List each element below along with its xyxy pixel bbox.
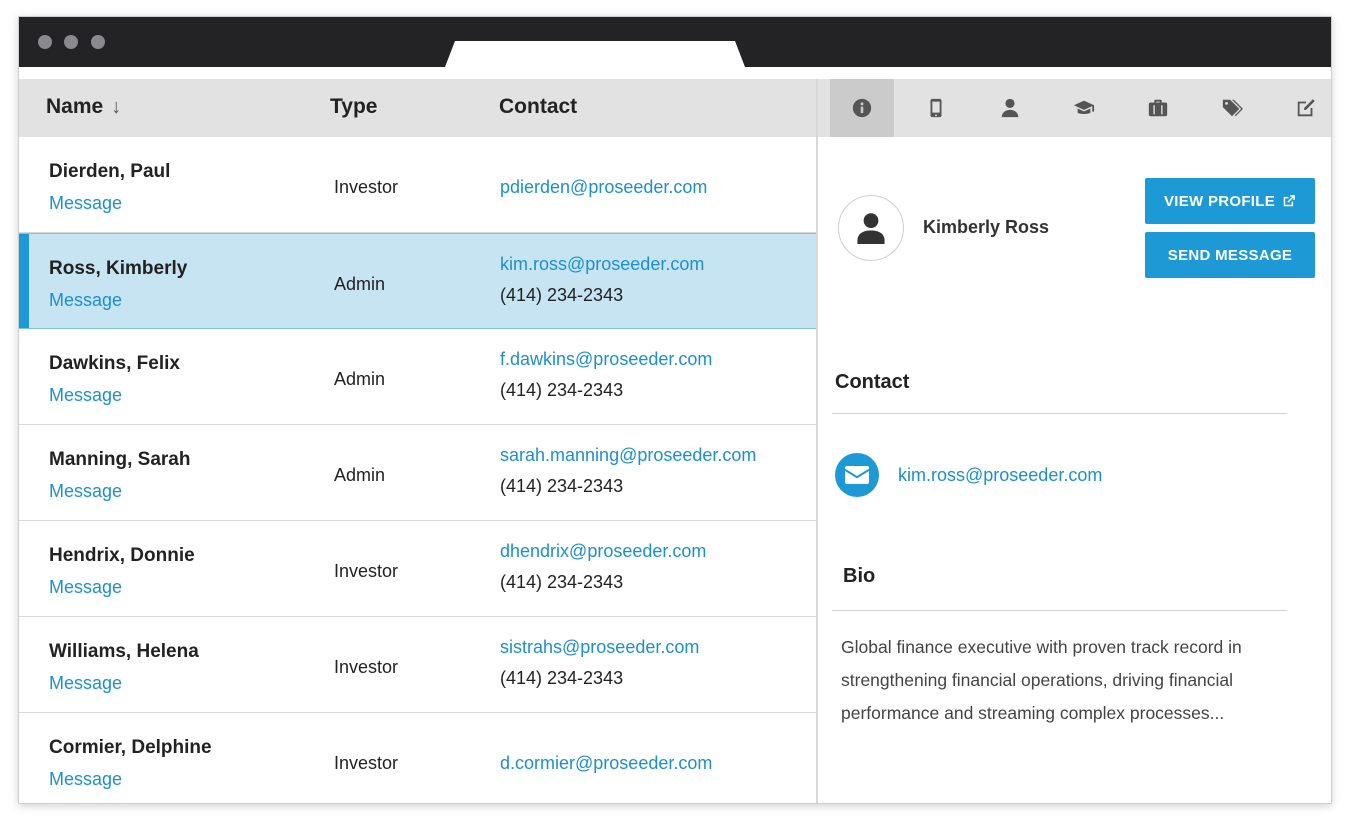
row-type: Investor bbox=[334, 657, 399, 677]
message-link[interactable]: Message bbox=[49, 193, 122, 214]
row-type: Admin bbox=[334, 369, 386, 389]
bio-section-title: Bio bbox=[843, 565, 876, 587]
tab-mobile[interactable] bbox=[904, 79, 968, 137]
list-header: Name ↓ Type Contact bbox=[19, 79, 816, 137]
row-email-link[interactable]: kim.ross@proseeder.com bbox=[500, 254, 704, 275]
column-header-contact[interactable]: Contact bbox=[499, 95, 577, 119]
message-link[interactable]: Message bbox=[49, 673, 122, 694]
bio-text: Global finance executive with proven tra… bbox=[841, 637, 1242, 723]
row-phone: (414) 234-2343 bbox=[500, 572, 624, 592]
selection-indicator bbox=[19, 234, 29, 328]
message-link[interactable]: Message bbox=[49, 481, 122, 502]
row-email-link[interactable]: sarah.manning@proseeder.com bbox=[500, 445, 756, 466]
detail-panel: Kimberly Ross VIEW PROFILE SEND MESSAGE … bbox=[818, 79, 1331, 803]
table-row[interactable]: Manning, Sarah Message Admin sarah.manni… bbox=[19, 425, 816, 521]
table-row[interactable]: Cormier, Delphine Message Investor d.cor… bbox=[19, 713, 816, 803]
window-close-dot[interactable] bbox=[38, 35, 52, 49]
section-divider bbox=[832, 413, 1287, 414]
table-row[interactable]: Dawkins, Felix Message Admin f.dawkins@p… bbox=[19, 329, 816, 425]
title-bar bbox=[19, 17, 1331, 67]
row-name: Dawkins, Felix bbox=[49, 353, 180, 374]
tab-tags[interactable] bbox=[1200, 79, 1264, 137]
browser-window: Name ↓ Type Contact Dierden, Paul Message… bbox=[18, 16, 1332, 804]
external-link-icon bbox=[1283, 195, 1295, 207]
row-name: Williams, Helena bbox=[49, 641, 199, 662]
row-name: Ross, Kimberly bbox=[49, 258, 188, 279]
row-email-link[interactable]: f.dawkins@proseeder.com bbox=[500, 349, 712, 370]
row-email-link[interactable]: pdierden@proseeder.com bbox=[500, 177, 707, 198]
row-type: Admin bbox=[334, 465, 386, 485]
row-type: Investor bbox=[334, 753, 399, 773]
table-row[interactable]: Williams, Helena Message Investor sistra… bbox=[19, 617, 816, 713]
message-link[interactable]: Message bbox=[49, 577, 122, 598]
contact-section-title: Contact bbox=[835, 371, 910, 393]
row-name: Dierden, Paul bbox=[49, 161, 171, 182]
row-email-link[interactable]: dhendrix@proseeder.com bbox=[500, 541, 706, 562]
view-profile-button[interactable]: VIEW PROFILE bbox=[1145, 178, 1315, 224]
info-icon bbox=[852, 98, 872, 118]
browser-tab[interactable] bbox=[445, 41, 745, 67]
profile-email-link[interactable]: kim.ross@proseeder.com bbox=[898, 465, 1102, 486]
user-silhouette-icon bbox=[857, 213, 885, 244]
tab-info[interactable] bbox=[830, 79, 894, 137]
window-minimize-dot[interactable] bbox=[64, 35, 78, 49]
row-email-link[interactable]: d.cormier@proseeder.com bbox=[500, 753, 712, 774]
row-name: Hendrix, Donnie bbox=[49, 545, 195, 566]
tags-icon bbox=[1222, 99, 1243, 117]
row-email-link[interactable]: sistrahs@proseeder.com bbox=[500, 637, 699, 658]
message-link[interactable]: Message bbox=[49, 769, 122, 790]
profile-name: Kimberly Ross bbox=[923, 217, 1050, 237]
sort-down-icon[interactable]: ↓ bbox=[111, 96, 121, 118]
column-header-name[interactable]: Name ↓ bbox=[46, 95, 121, 119]
avatar bbox=[838, 195, 904, 261]
row-type: Admin bbox=[334, 274, 386, 294]
window-maximize-dot[interactable] bbox=[91, 35, 105, 49]
table-row[interactable]: Hendrix, Donnie Message Investor dhendri… bbox=[19, 521, 816, 617]
tab-edit[interactable] bbox=[1274, 79, 1331, 137]
mobile-icon bbox=[930, 98, 942, 118]
section-divider bbox=[832, 610, 1287, 611]
message-link[interactable]: Message bbox=[49, 385, 122, 406]
row-type: Investor bbox=[334, 177, 399, 197]
message-link[interactable]: Message bbox=[49, 290, 122, 311]
tab-education[interactable] bbox=[1052, 79, 1116, 137]
row-type: Investor bbox=[334, 561, 399, 581]
user-icon bbox=[1001, 98, 1019, 118]
row-phone: (414) 234-2343 bbox=[500, 285, 624, 305]
row-phone: (414) 234-2343 bbox=[500, 476, 624, 496]
table-row-selected[interactable]: Ross, Kimberly Message Admin kim.ross@pr… bbox=[19, 233, 816, 329]
graduation-cap-icon bbox=[1073, 100, 1095, 114]
briefcase-icon bbox=[1148, 99, 1168, 117]
row-phone: (414) 234-2343 bbox=[500, 380, 624, 400]
contact-list: Name ↓ Type Contact Dierden, Paul Message… bbox=[19, 79, 816, 803]
row-name: Cormier, Delphine bbox=[49, 737, 212, 758]
envelope-icon bbox=[845, 466, 869, 484]
edit-icon bbox=[1297, 99, 1315, 117]
panel-tab-bar bbox=[818, 79, 1331, 137]
row-name: Manning, Sarah bbox=[49, 449, 191, 470]
tab-work[interactable] bbox=[1126, 79, 1190, 137]
send-message-button[interactable]: SEND MESSAGE bbox=[1145, 232, 1315, 278]
tab-user[interactable] bbox=[978, 79, 1042, 137]
column-header-type[interactable]: Type bbox=[330, 95, 377, 119]
email-badge bbox=[835, 453, 879, 497]
table-row[interactable]: Dierden, Paul Message Investor pdierden@… bbox=[19, 137, 816, 233]
row-phone: (414) 234-2343 bbox=[500, 668, 624, 688]
